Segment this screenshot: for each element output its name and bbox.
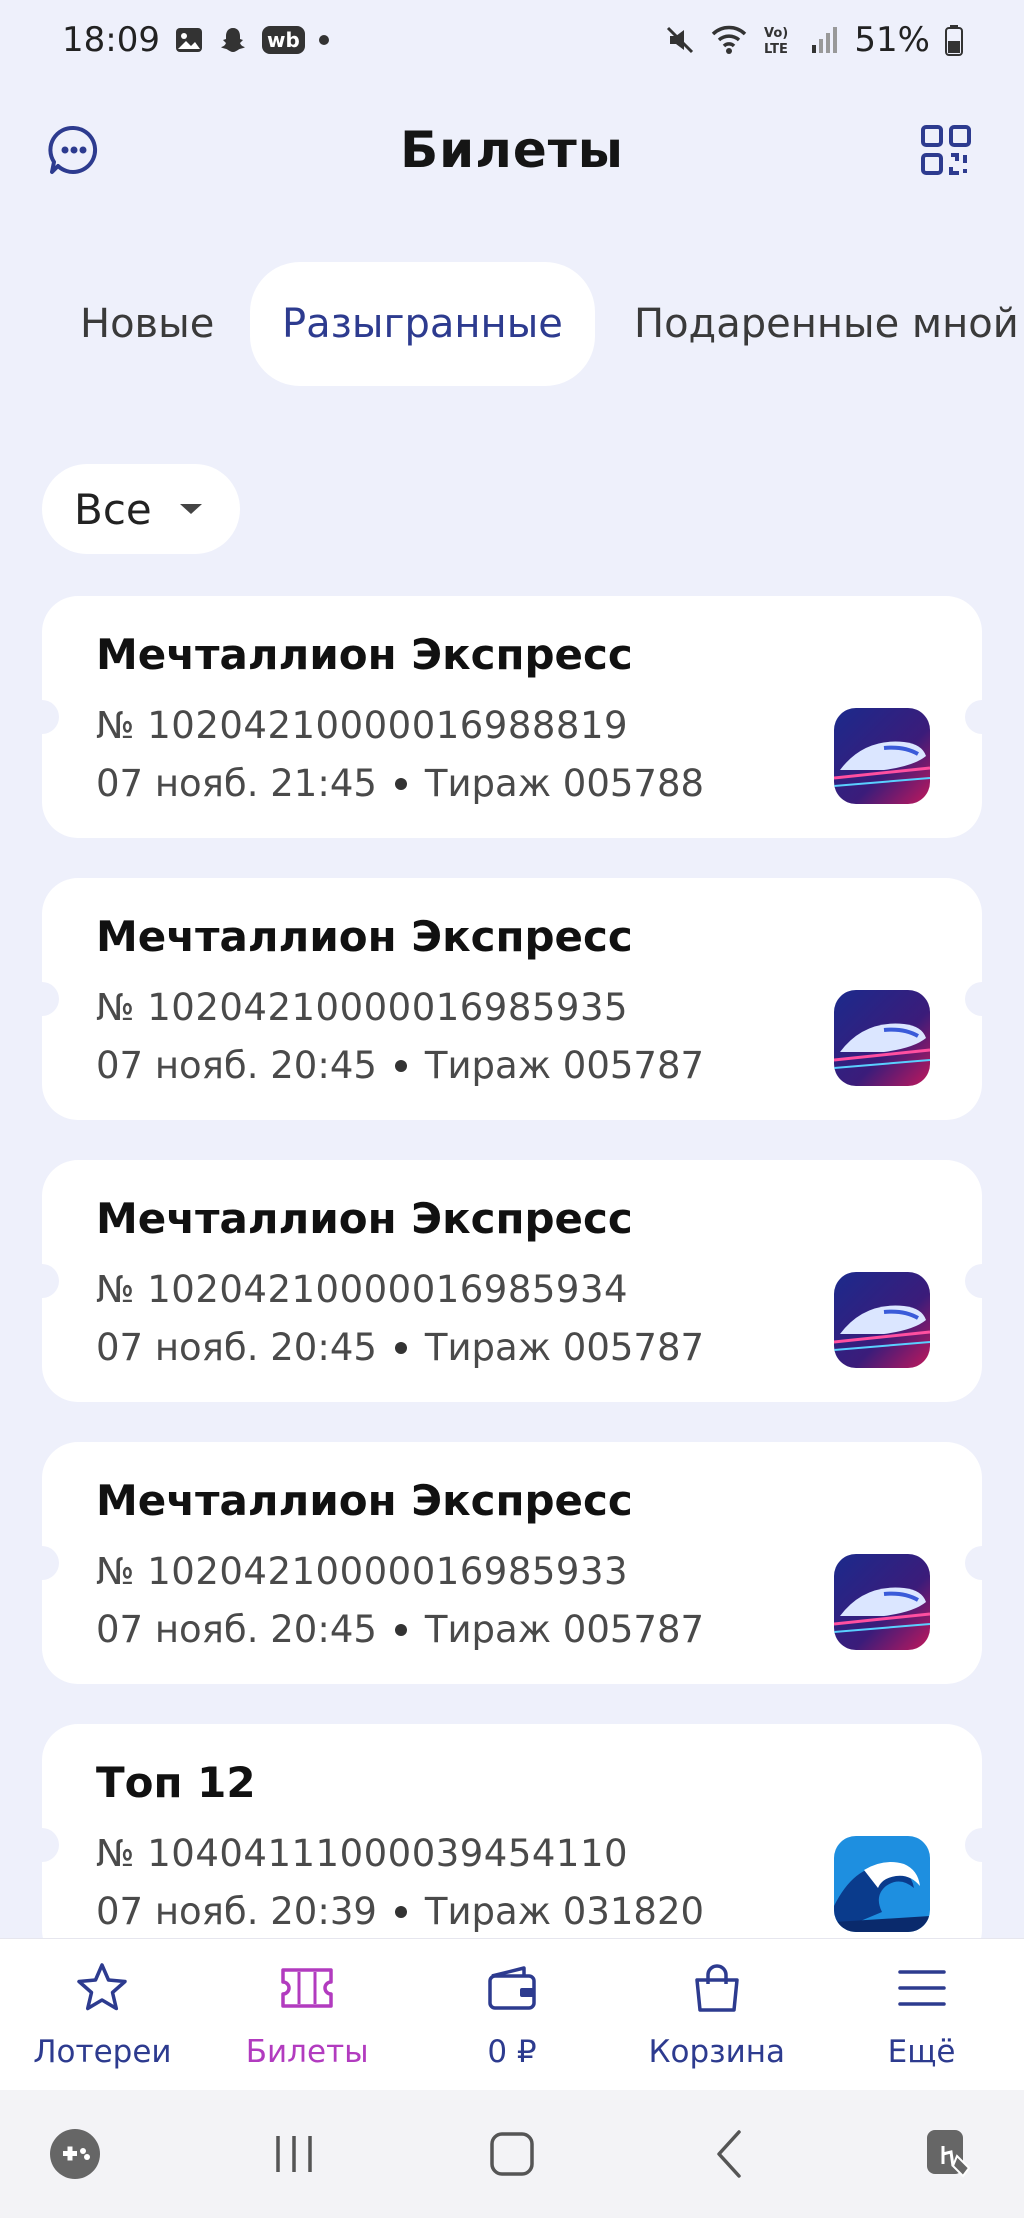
back-icon[interactable] bbox=[686, 2109, 776, 2199]
ticket-draw: Тираж 005788 bbox=[424, 762, 705, 805]
ticket-lottery-name: Топ 12 bbox=[96, 1758, 256, 1807]
bullet-separator bbox=[394, 1905, 407, 1918]
accessibility-icon[interactable] bbox=[904, 2109, 994, 2199]
nav-wallet[interactable]: 0 ₽ bbox=[412, 1960, 612, 2070]
nav-label: Билеты bbox=[245, 2033, 369, 2070]
wifi-icon bbox=[710, 24, 748, 56]
tab-drawn[interactable]: Разыгранные bbox=[250, 262, 595, 386]
tab-gifted[interactable]: Подаренные мной bbox=[634, 262, 1019, 386]
filter-dropdown[interactable]: Все bbox=[42, 464, 240, 554]
bag-icon bbox=[689, 1960, 745, 2020]
ticket-draw: Тираж 031820 bbox=[424, 1890, 705, 1933]
nav-tickets[interactable]: Билеты bbox=[207, 1960, 407, 2070]
dot-icon bbox=[318, 35, 329, 45]
nav-more[interactable]: Ещё bbox=[822, 1960, 1022, 2070]
ticket-number: № 10404111000039454110 bbox=[96, 1832, 629, 1875]
star-icon bbox=[74, 1960, 130, 2020]
ticket-card[interactable]: Мечталлион Экспресс № 102042100000169888… bbox=[42, 596, 982, 838]
tab-new[interactable]: Новые bbox=[80, 262, 214, 386]
nav-label: Лотереи bbox=[33, 2033, 172, 2070]
home-icon[interactable] bbox=[467, 2109, 557, 2199]
status-bar-left: 18:09 wb bbox=[62, 20, 329, 60]
wave-lottery-icon bbox=[834, 1836, 930, 1932]
filter-value: Все bbox=[74, 484, 152, 534]
ticket-card[interactable]: Топ 12 № 10404111000039454110 07 нояб. 2… bbox=[42, 1724, 982, 1966]
image-icon bbox=[174, 25, 204, 55]
ticket-icon bbox=[277, 1960, 337, 2020]
ticket-tabs: Новые Разыгранные Подаренные мной bbox=[0, 262, 1024, 386]
snapchat-icon bbox=[218, 25, 248, 55]
battery-icon bbox=[944, 24, 964, 56]
bullet-separator bbox=[394, 777, 407, 790]
bullet-separator bbox=[394, 1623, 407, 1636]
bottom-nav: Лотереи Билеты 0 ₽ Корзина Ещё bbox=[0, 1938, 1024, 2090]
app-header: Билеты bbox=[0, 100, 1024, 200]
ticket-datetime: 07 нояб. 20:45 bbox=[96, 1608, 377, 1651]
nav-label: Корзина bbox=[648, 2033, 786, 2070]
ticket-lottery-name: Мечталлион Экспресс bbox=[96, 1194, 633, 1243]
chevron-down-icon bbox=[179, 504, 202, 514]
status-bar-right: Vo) LTE 51% bbox=[664, 20, 964, 60]
ticket-meta: 07 нояб. 21:45 Тираж 005788 bbox=[96, 762, 704, 805]
train-lottery-icon bbox=[834, 990, 930, 1086]
train-lottery-icon bbox=[834, 1272, 930, 1368]
nav-cart[interactable]: Корзина bbox=[617, 1960, 817, 2070]
recent-apps-icon[interactable] bbox=[249, 2109, 339, 2199]
ticket-draw: Тираж 005787 bbox=[424, 1044, 705, 1087]
game-launcher-icon[interactable] bbox=[30, 2109, 120, 2199]
ticket-card[interactable]: Мечталлион Экспресс № 102042100000169859… bbox=[42, 878, 982, 1120]
ticket-meta: 07 нояб. 20:45 Тираж 005787 bbox=[96, 1044, 704, 1087]
train-lottery-icon bbox=[834, 708, 930, 804]
nav-label: Ещё bbox=[887, 2033, 956, 2070]
ticket-meta: 07 нояб. 20:45 Тираж 005787 bbox=[96, 1326, 704, 1369]
menu-icon bbox=[894, 1960, 950, 2020]
ticket-datetime: 07 нояб. 20:45 bbox=[96, 1326, 377, 1369]
nav-label: 0 ₽ bbox=[487, 2033, 537, 2070]
svg-text:Vo): Vo) bbox=[764, 26, 788, 41]
chat-icon[interactable] bbox=[44, 120, 104, 180]
bullet-separator bbox=[394, 1341, 407, 1354]
ticket-lottery-name: Мечталлион Экспресс bbox=[96, 630, 633, 679]
ticket-meta: 07 нояб. 20:39 Тираж 031820 bbox=[96, 1890, 704, 1933]
volte-icon: Vo) LTE bbox=[762, 23, 796, 57]
wallet-icon bbox=[484, 1960, 540, 2020]
ticket-card[interactable]: Мечталлион Экспресс № 102042100000169859… bbox=[42, 1160, 982, 1402]
ticket-number: № 10204210000016985933 bbox=[96, 1550, 629, 1593]
wb-icon: wb bbox=[261, 26, 305, 54]
ticket-number: № 10204210000016985934 bbox=[96, 1268, 629, 1311]
train-lottery-icon bbox=[834, 1554, 930, 1650]
status-time: 18:09 bbox=[62, 20, 160, 60]
ticket-datetime: 07 нояб. 20:45 bbox=[96, 1044, 377, 1087]
ticket-card[interactable]: Мечталлион Экспресс № 102042100000169859… bbox=[42, 1442, 982, 1684]
signal-icon bbox=[810, 25, 840, 55]
mute-icon bbox=[664, 24, 696, 56]
ticket-draw: Тираж 005787 bbox=[424, 1326, 705, 1369]
ticket-lottery-name: Мечталлион Экспресс bbox=[96, 1476, 633, 1525]
nav-lotteries[interactable]: Лотереи bbox=[2, 1960, 202, 2070]
ticket-number: № 10204210000016985935 bbox=[96, 986, 629, 1029]
ticket-datetime: 07 нояб. 20:39 bbox=[96, 1890, 377, 1933]
ticket-draw: Тираж 005787 bbox=[424, 1608, 705, 1651]
page-title: Билеты bbox=[400, 121, 624, 179]
system-nav-bar bbox=[0, 2090, 1024, 2218]
ticket-datetime: 07 нояб. 21:45 bbox=[96, 762, 377, 805]
bullet-separator bbox=[394, 1059, 407, 1072]
ticket-number: № 10204210000016988819 bbox=[96, 704, 629, 747]
status-bar: 18:09 wb Vo) LTE 51% bbox=[0, 0, 1024, 80]
battery-percent: 51% bbox=[854, 20, 930, 60]
ticket-list: Мечталлион Экспресс № 102042100000169888… bbox=[42, 596, 982, 2006]
qr-code-icon[interactable] bbox=[916, 120, 976, 180]
ticket-meta: 07 нояб. 20:45 Тираж 005787 bbox=[96, 1608, 704, 1651]
ticket-lottery-name: Мечталлион Экспресс bbox=[96, 912, 633, 961]
svg-text:LTE: LTE bbox=[764, 42, 788, 57]
